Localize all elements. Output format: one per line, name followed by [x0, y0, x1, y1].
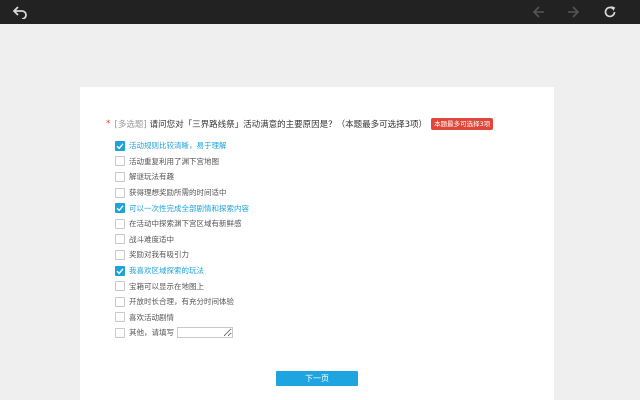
option-item[interactable]: 宝箱可以显示在地图上	[115, 278, 535, 294]
checkmark-icon	[116, 205, 124, 212]
next-page-button[interactable]: 下一页	[276, 371, 358, 386]
option-label: 开放时长合理，有充分时间体验	[129, 297, 234, 307]
question-type-label: [多选题]	[114, 120, 147, 130]
option-label: 我喜欢区域探索的玩法	[129, 266, 204, 276]
other-text-input[interactable]	[177, 327, 233, 339]
option-checkbox[interactable]	[115, 187, 125, 198]
option-item[interactable]: 喜欢活动剧情	[115, 310, 535, 326]
question-text: 请问您对「三界路线祭」活动满意的主要原因是？（本题最多可选择3项）	[149, 120, 428, 130]
question-header: * [多选题] 请问您对「三界路线祭」活动满意的主要原因是？（本题最多可选择3项…	[106, 117, 554, 131]
option-item[interactable]: 可以一次性完成全部剧情和探索内容	[115, 200, 535, 216]
arrow-left-icon[interactable]	[528, 2, 548, 22]
option-checkbox[interactable]	[115, 171, 125, 182]
option-checkbox[interactable]	[115, 327, 125, 338]
option-checkbox[interactable]	[115, 296, 125, 307]
option-item[interactable]: 活动规则比较清晰，易于理解	[115, 138, 535, 154]
option-item[interactable]: 其他，请填写	[115, 325, 535, 341]
option-item[interactable]: 解谜玩法有趣	[115, 169, 535, 185]
option-checkbox[interactable]	[115, 218, 125, 229]
option-label: 其他，请填写	[129, 328, 174, 338]
option-label: 宝箱可以显示在地图上	[129, 281, 204, 291]
option-checkbox[interactable]	[115, 312, 125, 323]
option-checkbox[interactable]	[115, 140, 125, 151]
option-label: 可以一次性完成全部剧情和探索内容	[129, 203, 249, 213]
option-item[interactable]: 获得理想奖励所需的时间适中	[115, 185, 535, 201]
required-mark: *	[106, 119, 111, 129]
option-label: 喜欢活动剧情	[129, 312, 174, 322]
option-item[interactable]: 奖励对我有吸引力	[115, 247, 535, 263]
option-label: 在活动中探索渊下宫区域有新鲜感	[129, 219, 242, 229]
checkmark-icon	[116, 267, 124, 274]
selection-limit-badge: 本题最多可选择3项	[431, 118, 494, 130]
option-checkbox[interactable]	[115, 234, 125, 245]
option-label: 战斗难度适中	[129, 234, 174, 244]
option-label: 活动重复利用了渊下宫地图	[129, 156, 219, 166]
refresh-icon[interactable]	[600, 2, 620, 22]
option-label: 获得理想奖励所需的时间适中	[129, 188, 227, 198]
option-checkbox[interactable]	[115, 281, 125, 292]
option-label: 活动规则比较清晰，易于理解	[129, 141, 227, 151]
option-label: 解谜玩法有趣	[129, 172, 174, 182]
option-item[interactable]: 在活动中探索渊下宫区域有新鲜感	[115, 216, 535, 232]
arrow-right-icon[interactable]	[564, 2, 584, 22]
option-item[interactable]: 我喜欢区域探索的玩法	[115, 263, 535, 279]
option-item[interactable]: 开放时长合理，有充分时间体验	[115, 294, 535, 310]
options-list: 活动规则比较清晰，易于理解 活动重复利用了渊下宫地图 解谜玩法有趣获得理想奖励所需的…	[115, 138, 535, 341]
option-item[interactable]: 活动重复利用了渊下宫地图	[115, 154, 535, 170]
option-checkbox[interactable]	[115, 203, 125, 214]
back-arrow-icon[interactable]	[10, 2, 30, 22]
option-checkbox[interactable]	[115, 249, 125, 260]
option-checkbox[interactable]	[115, 265, 125, 276]
option-checkbox[interactable]	[115, 156, 125, 167]
option-item[interactable]: 战斗难度适中	[115, 232, 535, 248]
checkmark-icon	[116, 143, 124, 150]
browser-toolbar	[0, 0, 640, 24]
option-label: 奖励对我有吸引力	[129, 250, 189, 260]
